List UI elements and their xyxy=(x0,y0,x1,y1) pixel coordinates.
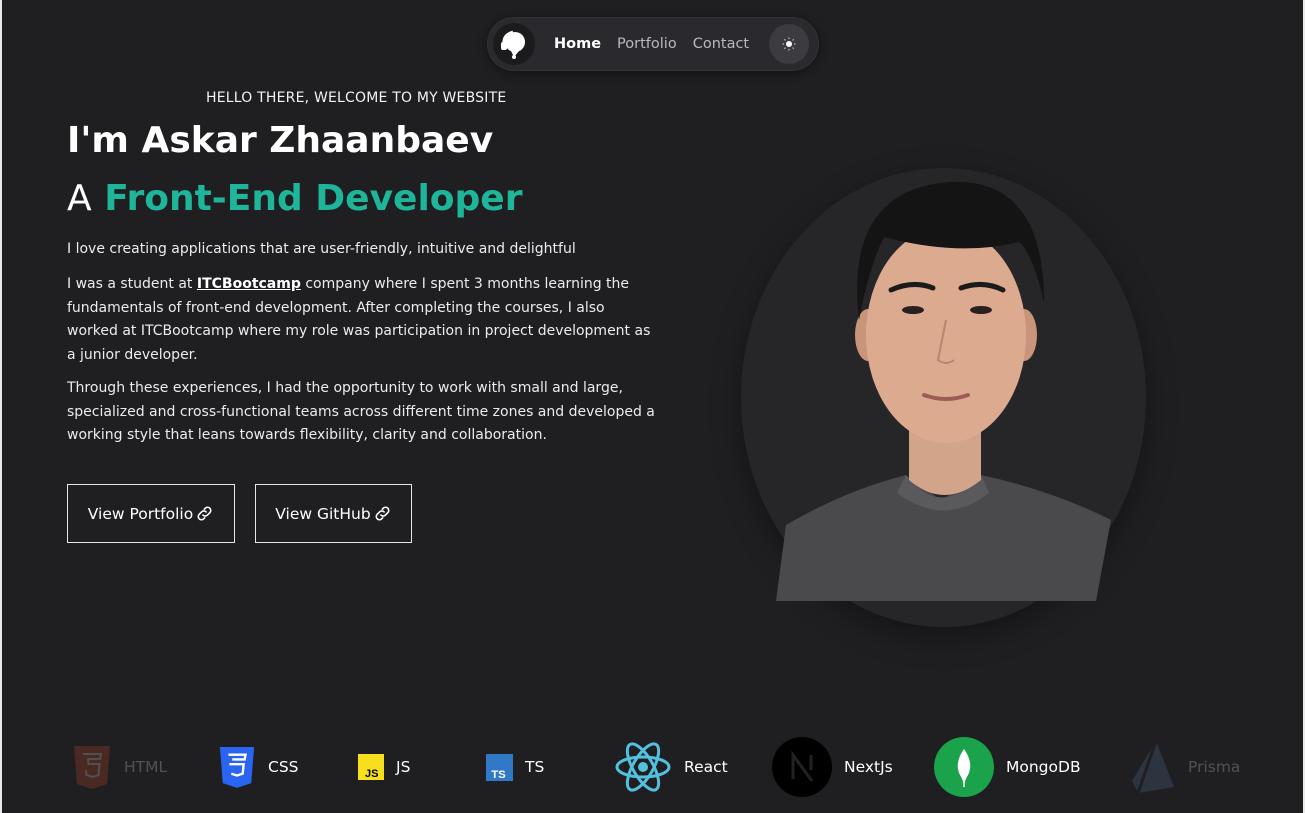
top-navbar: Home Portfolio Contact xyxy=(487,17,819,71)
role-prefix: A xyxy=(67,178,92,219)
react-icon xyxy=(615,742,671,792)
view-github-button[interactable]: View GitHub xyxy=(255,484,412,543)
bootcamp-paragraph: I was a student at ITCBootcamp company w… xyxy=(67,273,657,367)
theme-toggle-button[interactable] xyxy=(769,24,809,64)
hero-role-heading: A Front-End Developer xyxy=(67,178,522,219)
tech-label: React xyxy=(684,758,728,776)
bootcamp-paragraph-before: I was a student at xyxy=(67,276,197,292)
portrait-illustration xyxy=(776,181,1111,601)
sun-icon xyxy=(782,37,796,51)
tech-item-nextjs: NextJs xyxy=(772,737,893,797)
view-portfolio-button[interactable]: View Portfolio xyxy=(67,484,235,543)
tech-label: CSS xyxy=(268,758,299,776)
logo-avatar[interactable] xyxy=(493,23,535,65)
link-icon xyxy=(375,506,390,521)
tech-label: HTML xyxy=(124,758,168,776)
tech-label: JS xyxy=(396,758,411,776)
tech-item-ts: TS TS xyxy=(486,737,544,797)
tech-label: NextJs xyxy=(844,758,893,776)
svg-text:TS: TS xyxy=(491,768,506,780)
nav-link-contact[interactable]: Contact xyxy=(693,36,749,52)
typescript-icon: TS xyxy=(486,753,513,781)
mongodb-icon xyxy=(934,737,994,797)
headphones-avatar-icon xyxy=(501,30,525,59)
view-portfolio-label: View Portfolio xyxy=(87,504,194,523)
hero-name-heading: I'm Askar Zhaanbaev xyxy=(67,120,494,161)
tech-item-react: React xyxy=(614,737,728,797)
view-github-label: View GitHub xyxy=(275,504,371,523)
tech-label: TS xyxy=(525,758,545,776)
link-icon xyxy=(197,506,212,521)
greeting-text: HELLO THERE, WELCOME TO MY WEBSITE xyxy=(206,90,507,106)
tech-item-js: JS JS xyxy=(358,737,410,797)
nav-link-portfolio[interactable]: Portfolio xyxy=(617,36,677,52)
css3-icon xyxy=(219,747,255,788)
role-title: Front-End Developer xyxy=(104,178,523,219)
tech-label: Prisma xyxy=(1188,758,1241,776)
itcbootcamp-link[interactable]: ITCBootcamp xyxy=(197,276,301,292)
tech-item-css: CSS xyxy=(218,737,299,797)
tech-item-prisma: Prisma xyxy=(1130,737,1240,797)
nav-link-home[interactable]: Home xyxy=(554,36,601,52)
tech-item-mongodb: MongoDB xyxy=(934,737,1081,797)
nextjs-icon xyxy=(772,737,832,797)
tech-label: MongoDB xyxy=(1006,758,1081,776)
window-border-left xyxy=(0,0,2,813)
tech-item-html: HTML xyxy=(72,737,167,797)
nav-links: Home Portfolio Contact xyxy=(554,17,749,71)
javascript-icon: JS xyxy=(358,754,384,780)
intro-paragraph: I love creating applications that are us… xyxy=(67,241,576,257)
prisma-icon xyxy=(1132,740,1174,794)
html5-icon xyxy=(74,746,110,789)
experience-paragraph: Through these experiences, I had the opp… xyxy=(67,380,655,443)
svg-text:JS: JS xyxy=(365,768,378,780)
profile-photo xyxy=(741,140,1146,627)
